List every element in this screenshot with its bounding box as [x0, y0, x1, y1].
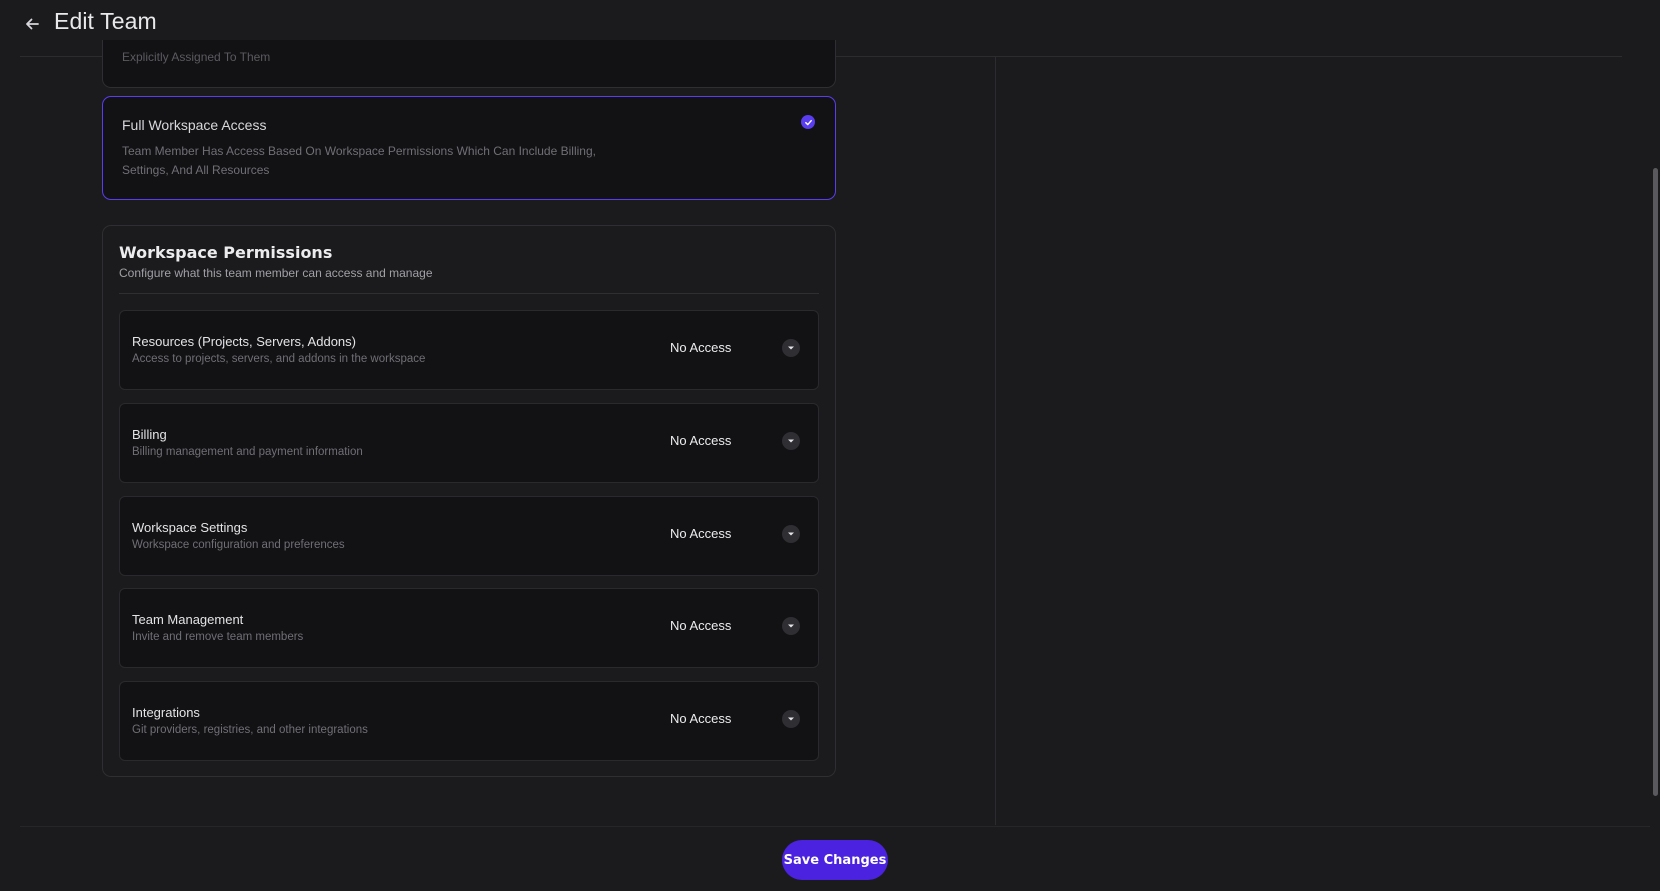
column-divider	[995, 57, 996, 825]
access-option-title: Full Workspace Access	[122, 117, 267, 133]
permission-row-integrations: Integrations Git providers, registries, …	[119, 681, 819, 761]
permission-select[interactable]: No Access	[670, 707, 800, 731]
arrow-left-icon	[26, 18, 39, 30]
permission-description: Access to projects, servers, and addons …	[132, 353, 426, 365]
scrollbar[interactable]	[1651, 0, 1660, 891]
page-title: Edit Team	[54, 8, 157, 34]
access-option-description: Team Member Has Access Based On Workspac…	[122, 144, 596, 177]
permission-row-workspace-settings: Workspace Settings Workspace configurati…	[119, 496, 819, 576]
chevron-down-icon	[782, 339, 800, 357]
permission-value: No Access	[670, 618, 732, 633]
divider	[119, 293, 819, 294]
permissions-title: Workspace Permissions	[119, 243, 333, 262]
permission-name: Billing	[132, 427, 167, 442]
permission-value: No Access	[670, 340, 732, 355]
permission-row-billing: Billing Billing management and payment i…	[119, 403, 819, 483]
save-changes-button[interactable]: Save Changes	[782, 840, 888, 880]
access-option-full-workspace[interactable]: Full Workspace Access Team Member Has Ac…	[102, 96, 836, 200]
chevron-down-icon	[782, 432, 800, 450]
permission-row-resources: Resources (Projects, Servers, Addons) Ac…	[119, 310, 819, 390]
permission-select[interactable]: No Access	[670, 522, 800, 546]
permission-select[interactable]: No Access	[670, 614, 800, 638]
permission-description: Billing management and payment informati…	[132, 446, 363, 458]
permission-name: Integrations	[132, 705, 200, 720]
permission-description: Invite and remove team members	[132, 631, 304, 643]
chevron-down-icon	[782, 525, 800, 543]
scrollbar-thumb[interactable]	[1653, 168, 1658, 796]
check-circle-icon	[801, 115, 815, 129]
access-option-explicit[interactable]: Explicitly Assigned To Them	[102, 40, 836, 88]
permission-value: No Access	[670, 433, 732, 448]
permission-value: No Access	[670, 526, 732, 541]
permission-row-team-management: Team Management Invite and remove team m…	[119, 588, 819, 668]
permission-name: Resources (Projects, Servers, Addons)	[132, 334, 356, 349]
chevron-down-icon	[782, 617, 800, 635]
workspace-permissions-panel: Workspace Permissions Configure what thi…	[102, 225, 836, 777]
access-option-description: Explicitly Assigned To Them	[122, 50, 271, 64]
permission-select[interactable]: No Access	[670, 336, 800, 360]
permissions-subtitle: Configure what this team member can acce…	[119, 266, 433, 280]
permission-select[interactable]: No Access	[670, 429, 800, 453]
permission-description: Git providers, registries, and other int…	[132, 724, 368, 736]
permission-description: Workspace configuration and preferences	[132, 539, 345, 551]
permission-value: No Access	[670, 711, 732, 726]
permission-name: Workspace Settings	[132, 520, 248, 535]
chevron-down-icon	[782, 710, 800, 728]
back-button[interactable]	[20, 10, 44, 38]
permission-name: Team Management	[132, 612, 244, 627]
footer-divider	[20, 826, 1650, 827]
